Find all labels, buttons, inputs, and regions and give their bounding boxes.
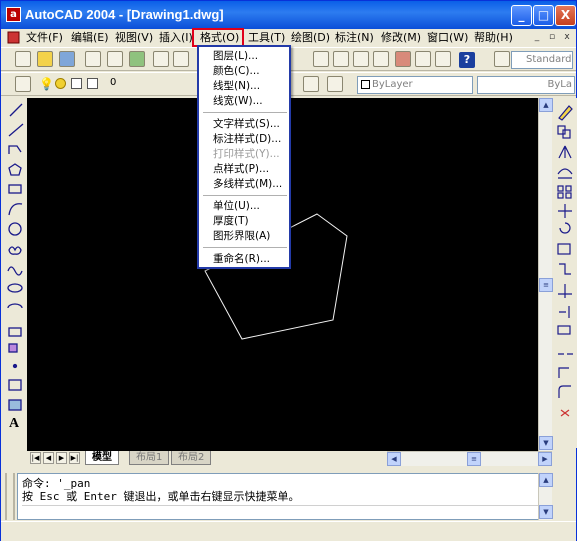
layer-manager-icon[interactable] <box>15 76 31 92</box>
print-icon[interactable] <box>85 51 101 67</box>
menu-separator <box>203 195 287 196</box>
maximize-button[interactable]: □ <box>533 5 554 26</box>
zoom-window-icon[interactable] <box>353 51 369 67</box>
menu-file[interactable]: 文件(F) <box>26 29 63 47</box>
menu-item-multiline-style[interactable]: 多线样式(M)... <box>213 177 282 192</box>
menu-item-lineweight[interactable]: 线宽(W)... <box>213 94 263 109</box>
menu-item-layer[interactable]: 图层(L)... <box>213 49 258 64</box>
menu-modify[interactable]: 修改(M) <box>381 29 421 47</box>
scroll-thumb[interactable]: ≡ <box>539 278 553 292</box>
command-window-grip[interactable] <box>5 473 15 520</box>
draw-toolbar-icons[interactable] <box>3 98 27 448</box>
mdi-minimize-button[interactable]: _ <box>531 32 543 44</box>
lightbulb-icon[interactable]: 💡 <box>39 77 54 91</box>
make-object-layer-current-icon[interactable] <box>303 76 319 92</box>
menu-item-drawing-limits[interactable]: 图形界限(A) <box>213 229 270 244</box>
tool-palettes-icon[interactable] <box>435 51 451 67</box>
command-prompt-line: 按 Esc 或 Enter 键退出，或单击右键显示快捷菜单。 <box>22 490 300 503</box>
command-history-line: 命令: '_pan <box>22 477 91 490</box>
tab-first-icon[interactable]: |◀ <box>30 452 41 464</box>
command-window[interactable]: 命令: '_pan 按 Esc 或 Enter 键退出，或单击右键显示快捷菜单。 <box>17 473 552 520</box>
command-scrollbar[interactable]: ▲ ▼ <box>538 473 553 520</box>
modify-toolbar-icons[interactable] <box>553 98 577 418</box>
cut-icon[interactable] <box>153 51 169 67</box>
cmd-scroll-up-icon[interactable]: ▲ <box>539 473 553 487</box>
print-preview-icon[interactable] <box>107 51 123 67</box>
mdi-restore-button[interactable]: ▫ <box>546 32 558 44</box>
menu-help[interactable]: 帮助(H) <box>474 29 513 47</box>
status-bar <box>1 521 576 541</box>
scroll-right-icon[interactable]: ▶ <box>538 452 552 466</box>
menu-view[interactable]: 视图(V) <box>115 29 153 47</box>
zoom-realtime-icon[interactable] <box>333 51 349 67</box>
text-style-icon[interactable] <box>494 51 510 67</box>
vertical-scrollbar[interactable]: ▲ ≡ ▼ <box>538 98 553 451</box>
layout-tab-row: |◀ ◀ ▶ ▶| 模型 布局1 布局2 ◀ ≡ ▶ <box>27 451 552 466</box>
linetype-combo[interactable]: ByLa <box>477 76 575 94</box>
layer-previous-icon[interactable] <box>327 76 343 92</box>
menu-item-color[interactable]: 颜色(C)... <box>213 64 260 79</box>
color-combo-label: ByLayer <box>372 79 413 90</box>
tab-model[interactable]: 模型 <box>85 451 119 465</box>
autocad-window: a AutoCAD 2004 - [Drawing1.dwg] _ □ X 文件… <box>0 0 577 541</box>
title-bar[interactable]: a AutoCAD 2004 - [Drawing1.dwg] _ □ X <box>1 1 576 29</box>
draw-toolbar: A <box>3 98 27 448</box>
menu-item-rename[interactable]: 重命名(R)... <box>213 252 270 267</box>
publish-icon[interactable] <box>129 51 145 67</box>
menu-item-units[interactable]: 单位(U)... <box>213 199 260 214</box>
pan-icon[interactable] <box>313 51 329 67</box>
menu-item-thickness[interactable]: 厚度(T) <box>213 214 249 229</box>
menu-item-dimension-style[interactable]: 标注样式(D)... <box>213 132 281 147</box>
save-icon[interactable] <box>59 51 75 67</box>
text-style-combo[interactable]: Standard <box>511 51 573 69</box>
scroll-up-icon[interactable]: ▲ <box>539 98 553 112</box>
sun-icon[interactable] <box>55 78 66 89</box>
lock-icon[interactable] <box>71 78 82 89</box>
document-icon[interactable] <box>7 29 21 47</box>
copy-clip-icon[interactable] <box>173 51 189 67</box>
horizontal-scrollbar[interactable]: ◀ ≡ ▶ <box>387 451 552 466</box>
hscroll-thumb[interactable]: ≡ <box>467 452 481 466</box>
menu-edit[interactable]: 编辑(E) <box>71 29 109 47</box>
close-button[interactable]: X <box>555 5 576 26</box>
minimize-button[interactable]: _ <box>511 5 532 26</box>
menu-separator <box>203 112 287 113</box>
design-center-icon[interactable] <box>415 51 431 67</box>
tab-layout2[interactable]: 布局2 <box>171 451 212 465</box>
menu-separator <box>203 247 287 248</box>
tab-last-icon[interactable]: ▶| <box>69 452 80 464</box>
mdi-close-button[interactable]: x <box>561 32 573 44</box>
menu-item-plot-style: 打印样式(Y)... <box>213 148 280 160</box>
tab-prev-icon[interactable]: ◀ <box>43 452 54 464</box>
open-icon[interactable] <box>37 51 53 67</box>
tab-next-icon[interactable]: ▶ <box>56 452 67 464</box>
mtext-icon[interactable]: A <box>9 416 19 432</box>
command-input[interactable] <box>22 505 547 517</box>
new-icon[interactable] <box>15 51 31 67</box>
menu-insert[interactable]: 插入(I) <box>159 29 193 47</box>
scroll-down-icon[interactable]: ▼ <box>539 436 553 450</box>
layer-name[interactable]: 0 <box>110 77 116 88</box>
color-combo[interactable]: ByLayer <box>357 76 473 94</box>
color-swatch-icon <box>361 80 370 89</box>
zoom-previous-icon[interactable] <box>373 51 389 67</box>
menu-window[interactable]: 窗口(W) <box>427 29 468 47</box>
menu-dimension[interactable]: 标注(N) <box>335 29 374 47</box>
menu-draw[interactable]: 绘图(D) <box>291 29 330 47</box>
window-title: AutoCAD 2004 - [Drawing1.dwg] <box>25 7 224 22</box>
menu-item-linetype[interactable]: 线型(N)... <box>213 79 260 94</box>
autocad-logo-icon[interactable]: a <box>6 7 21 22</box>
menu-item-text-style[interactable]: 文字样式(S)... <box>213 117 280 132</box>
modify-toolbar <box>553 98 577 448</box>
help-icon[interactable]: ? <box>459 52 475 68</box>
cmd-scroll-down-icon[interactable]: ▼ <box>539 505 553 519</box>
format-dropdown-menu: 图层(L)... 颜色(C)... 线型(N)... 线宽(W)... 文字样式… <box>197 45 291 269</box>
scroll-left-icon[interactable]: ◀ <box>387 452 401 466</box>
properties-icon[interactable] <box>395 51 411 67</box>
color-swatch-icon[interactable] <box>87 78 98 89</box>
tab-layout1[interactable]: 布局1 <box>129 451 170 465</box>
menu-item-point-style[interactable]: 点样式(P)... <box>213 162 269 177</box>
